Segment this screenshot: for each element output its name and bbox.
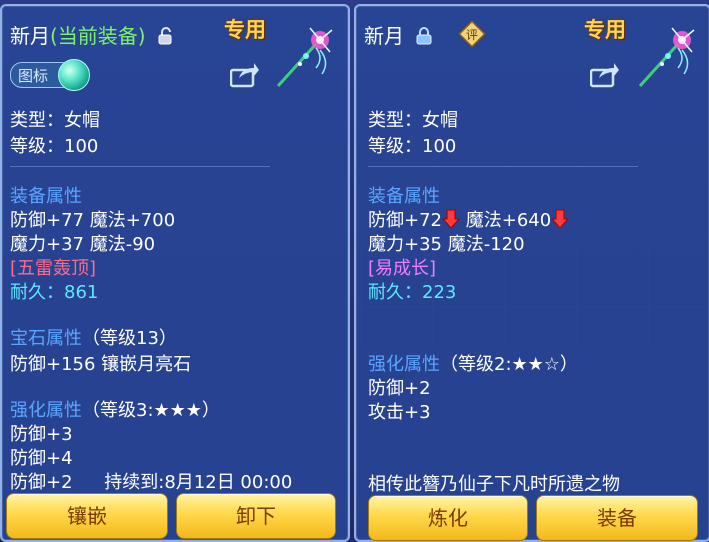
item-type: 类型：女帽: [10, 110, 100, 131]
ping-badge-icon[interactable]: 评: [458, 20, 486, 48]
enhance-line-3-text: 防御+2: [10, 472, 73, 493]
enhance-line-2: 攻击+3: [368, 402, 431, 423]
item-type: 类型：女帽: [368, 110, 458, 131]
durability: 耐久：861: [10, 278, 98, 304]
enhance-line-1: 防御+3: [10, 424, 73, 445]
enhance-attr-title: 强化属性: [368, 354, 440, 375]
item-title: 新月: [364, 20, 432, 50]
divider: [10, 166, 270, 167]
enhance-level: （等级3:★★★）: [82, 400, 220, 421]
special-skill: [易成长]: [368, 258, 437, 279]
attr-line-2: 魔力+37 魔法-90: [10, 234, 156, 255]
attr-magic: 魔法+640: [465, 210, 552, 231]
gem-attr-header: 宝石属性（等级13）: [10, 324, 177, 350]
enhance-attr-header: 强化属性（等级2:★★☆）: [368, 350, 578, 376]
item-level: 等级：100: [368, 136, 457, 157]
attr-defense: 防御+72: [368, 210, 442, 231]
ping-badge-text: 评: [466, 28, 478, 42]
equipped-tag: (当前装备): [50, 24, 146, 48]
lock-icon[interactable]: [416, 26, 432, 50]
exclusive-label: 专用: [224, 18, 266, 42]
exclusive-label: 专用: [584, 18, 626, 42]
equip-attr-title: 装备属性: [368, 186, 440, 207]
item-name: 新月: [364, 24, 404, 48]
share-icon[interactable]: [229, 62, 260, 88]
durability: 耐久：223: [368, 278, 456, 304]
special-skill: [五雷轰顶]: [10, 258, 97, 279]
duration: 持续到:8月12日 00:00: [104, 472, 293, 493]
enhance-attr-title: 强化属性: [10, 400, 82, 421]
durability-label: 耐久：: [368, 282, 422, 303]
item-name: 新月: [10, 24, 50, 48]
item-title: 新月(当前装备): [10, 20, 174, 50]
inlay-button[interactable]: 镶嵌: [6, 493, 168, 539]
gem-attr-title: 宝石属性: [10, 328, 82, 349]
icon-toggle-orb: [58, 59, 90, 91]
gem-level: （等级13）: [82, 328, 177, 349]
enhance-attr-header: 强化属性（等级3:★★★）: [10, 396, 220, 422]
equip-button[interactable]: 装备: [536, 495, 698, 541]
unequip-button[interactable]: 卸下: [176, 493, 336, 539]
enhance-line-2: 防御+4: [10, 448, 73, 469]
equip-attr-title: 装备属性: [10, 186, 82, 207]
gem-line: 防御+156 镶嵌月亮石: [10, 354, 192, 375]
durability-value: 861: [64, 282, 99, 303]
compare-equipment-panel: 新月 评 专用 类型：女帽 等级：100 装备属性 防御+72 魔法+640 魔…: [354, 4, 709, 542]
attr-line-2: 魔力+35 魔法-120: [368, 234, 525, 255]
enhance-line-1: 防御+2: [368, 378, 431, 399]
item-level: 等级：100: [10, 136, 99, 157]
hairpin-icon: [632, 26, 696, 90]
durability-label: 耐久：: [10, 282, 64, 303]
durability-value: 223: [422, 282, 457, 303]
arrow-down-icon: [551, 209, 570, 234]
unlock-icon[interactable]: [158, 26, 174, 50]
share-icon[interactable]: [589, 62, 620, 88]
refine-button[interactable]: 炼化: [368, 495, 528, 541]
attr-line-1: 防御+77 魔法+700: [10, 210, 176, 231]
hairpin-icon: [270, 26, 334, 90]
icon-toggle[interactable]: 图标: [10, 59, 90, 91]
icon-toggle-label: 图标: [18, 67, 49, 85]
divider: [368, 166, 638, 167]
lore-text: 相传此簪乃仙子下凡时所遗之物: [368, 474, 620, 495]
enhance-line-3: 防御+2 持续到:8月12日 00:00: [10, 468, 292, 494]
current-equipment-panel: 新月(当前装备) 专用 图标 类型：女帽 等级：100 装备属性 防御+77 魔…: [0, 4, 350, 542]
enhance-level: （等级2:★★☆）: [440, 354, 578, 375]
